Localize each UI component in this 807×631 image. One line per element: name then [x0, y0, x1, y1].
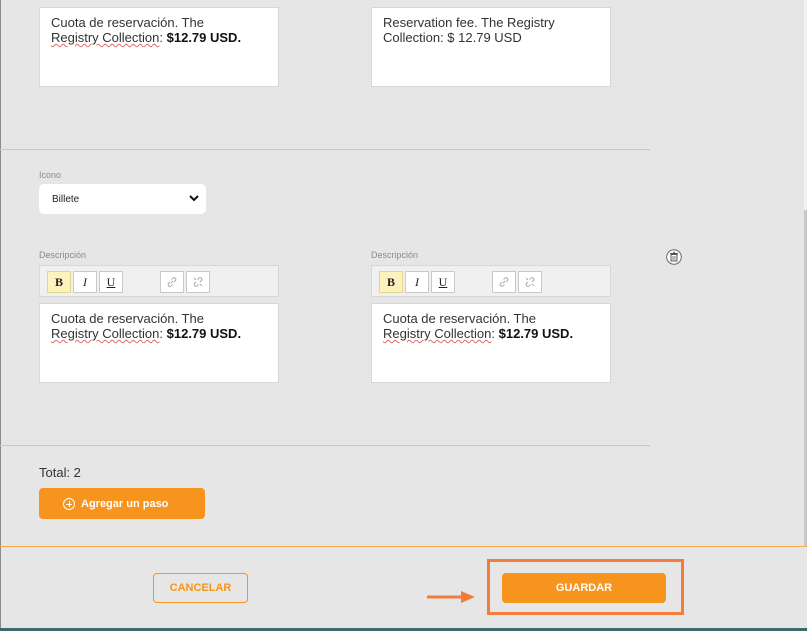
link-icon [167, 277, 177, 287]
step1-description-en-editor[interactable]: Reservation fee. The Registry Collection… [371, 7, 611, 87]
unlink-button[interactable] [186, 271, 210, 293]
add-step-label: Agregar un paso [81, 497, 169, 510]
link-button[interactable] [160, 271, 184, 293]
desc-text: Reservation fee. The Registry [383, 15, 555, 30]
bold-button[interactable]: B [47, 271, 71, 293]
step1-description-es-editor[interactable]: Cuota de reservación. The Registry Colle… [39, 7, 279, 87]
total-steps: Total: 2 [39, 465, 81, 480]
desc-colon: : [491, 326, 495, 341]
description-label-es: Descripción [39, 250, 87, 260]
desc-price: $12.79 USD. [166, 30, 242, 45]
save-button[interactable]: GUARDAR [502, 573, 666, 603]
desc-text-2: Collection: $ 12.79 USD [383, 30, 522, 45]
step2-description-en-editor[interactable]: Cuota de reservación. The Registry Colle… [371, 303, 611, 383]
editor-toolbar-en: B I U [371, 265, 611, 297]
icon-select-value: Billete [52, 194, 80, 205]
arrow-right-icon [427, 591, 475, 603]
add-step-button[interactable]: Agregar un paso [39, 488, 205, 519]
footer-divider [0, 546, 807, 547]
bold-button[interactable]: B [379, 271, 403, 293]
underline-button[interactable]: U [431, 271, 455, 293]
italic-button[interactable]: I [73, 271, 97, 293]
unlink-icon [525, 277, 535, 287]
desc-link-text: Registry Collection [51, 326, 160, 341]
step2-description-es-editor[interactable]: Cuota de reservación. The Registry Colle… [39, 303, 279, 383]
unlink-button[interactable] [518, 271, 542, 293]
link-icon [499, 277, 509, 287]
icon-label: Icono [39, 170, 62, 180]
desc-text: Cuota de reservación. The [383, 311, 536, 326]
desc-colon: : [159, 30, 163, 45]
desc-link-text: Registry Collection [383, 326, 492, 341]
unlink-icon [193, 277, 203, 287]
editor-toolbar-es: B I U [39, 265, 279, 297]
underline-button[interactable]: U [99, 271, 123, 293]
desc-colon: : [159, 326, 163, 341]
desc-price: $12.79 USD. [166, 326, 242, 341]
left-border [0, 0, 1, 631]
desc-link-text: Registry Collection [51, 30, 160, 45]
step-divider [0, 149, 650, 150]
description-label-en: Descripción [371, 250, 419, 260]
step-divider [0, 445, 650, 446]
desc-text: Cuota de reservación. The [51, 311, 204, 326]
italic-button[interactable]: I [405, 271, 429, 293]
icon-select[interactable]: Billete [39, 184, 206, 214]
desc-text: Cuota de reservación. The [51, 15, 204, 30]
cancel-button[interactable]: CANCELAR [153, 573, 248, 603]
trash-icon[interactable] [666, 249, 682, 265]
desc-price: $12.79 USD. [498, 326, 574, 341]
link-button[interactable] [492, 271, 516, 293]
plus-circle-icon [63, 497, 75, 510]
chevron-down-icon [189, 195, 199, 202]
